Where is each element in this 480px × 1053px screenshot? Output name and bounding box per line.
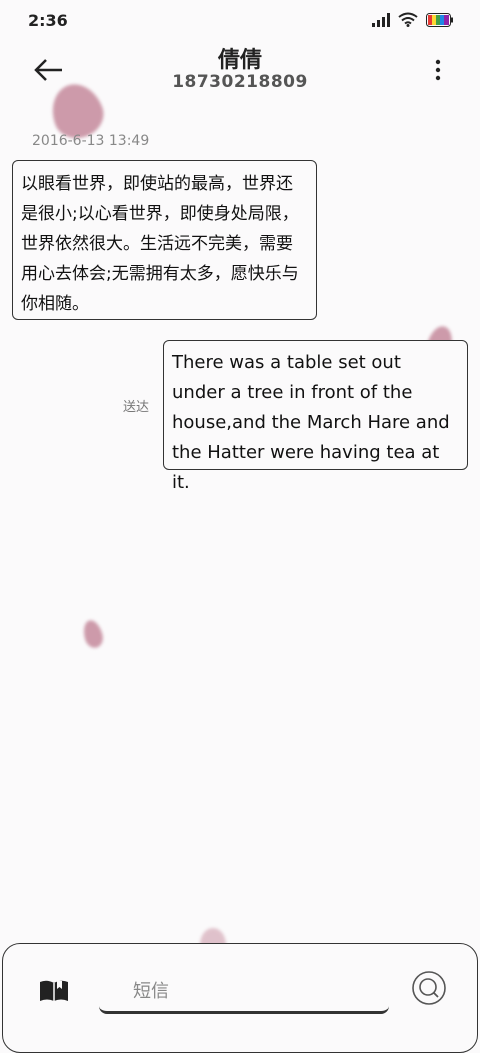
delivery-status: 送达 [123, 400, 150, 415]
outgoing-message-bubble[interactable]: There was a table set out under a tree i… [163, 340, 468, 493]
more-options-icon[interactable] [432, 58, 444, 82]
status-time: 2:36 [28, 11, 68, 30]
battery-icon [426, 12, 453, 27]
send-message-icon[interactable] [411, 970, 447, 1006]
sms-input[interactable] [99, 972, 389, 1014]
status-bar: 2:36 [0, 0, 480, 40]
book-icon[interactable] [39, 979, 69, 1003]
petal-decoration [80, 618, 106, 650]
wifi-icon [398, 12, 418, 27]
message-timestamp: 2016-6-13 13:49 [32, 133, 150, 149]
contact-name: 倩倩 [217, 48, 262, 73]
status-icons [372, 12, 454, 27]
incoming-message-bubble[interactable]: 以眼看世界，即使站的最高，世界还是很小;以心看世界，即使身处局限，世界依然很大。… [12, 160, 317, 320]
compose-bar [2, 943, 478, 1053]
signal-icon [372, 12, 390, 27]
